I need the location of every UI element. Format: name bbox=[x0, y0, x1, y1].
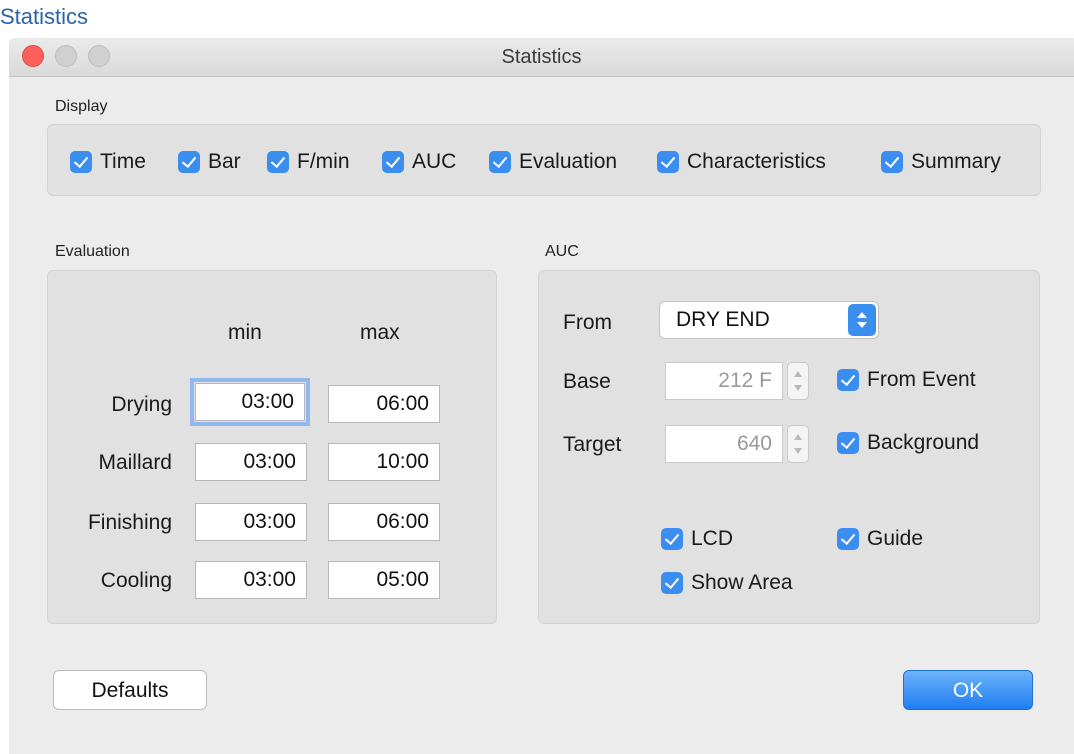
finishing-min-field[interactable]: 03:00 bbox=[195, 503, 307, 541]
auc-target-field[interactable]: 640 bbox=[665, 425, 783, 463]
auc-show-area-checkbox[interactable]: Show Area bbox=[661, 571, 793, 595]
checkmark-icon bbox=[489, 151, 511, 173]
checkmark-icon bbox=[661, 572, 683, 594]
auc-base-field[interactable]: 212 F bbox=[665, 362, 783, 400]
auc-base-stepper[interactable] bbox=[787, 362, 809, 400]
evaluation-min-header: min bbox=[228, 321, 262, 344]
display-characteristics-checkbox[interactable]: Characteristics bbox=[657, 150, 826, 174]
evaluation-max-header: max bbox=[360, 321, 400, 344]
display-time-checkbox[interactable]: Time bbox=[70, 150, 146, 174]
auc-background-checkbox[interactable]: Background bbox=[837, 431, 979, 455]
finishing-label: Finishing bbox=[87, 511, 172, 534]
auc-from-select[interactable]: DRY END bbox=[659, 301, 879, 339]
maillard-min-field[interactable]: 03:00 bbox=[195, 443, 307, 481]
title-bar[interactable]: Statistics bbox=[9, 38, 1074, 77]
checkmark-icon bbox=[661, 528, 683, 550]
drying-min-field[interactable]: 03:00 bbox=[190, 378, 310, 426]
checkmark-icon bbox=[382, 151, 404, 173]
checkmark-icon bbox=[837, 369, 859, 391]
auc-group: From DRY END Base 212 F From Event Targe… bbox=[538, 270, 1040, 624]
ok-button[interactable]: OK bbox=[903, 670, 1033, 710]
display-evaluation-checkbox[interactable]: Evaluation bbox=[489, 150, 617, 174]
checkmark-icon bbox=[837, 432, 859, 454]
page-caption: Statistics bbox=[0, 4, 89, 29]
maillard-label: Maillard bbox=[98, 451, 172, 474]
chevron-updown-icon bbox=[848, 304, 876, 336]
cooling-label: Cooling bbox=[100, 569, 172, 592]
evaluation-group-label: Evaluation bbox=[55, 243, 130, 260]
checkmark-icon bbox=[837, 528, 859, 550]
display-fmin-checkbox[interactable]: F/min bbox=[267, 150, 350, 174]
display-group-label: Display bbox=[55, 98, 108, 115]
checkmark-icon bbox=[178, 151, 200, 173]
auc-lcd-checkbox[interactable]: LCD bbox=[661, 527, 733, 551]
display-group: Time Bar F/min AUC Evaluation Characteri… bbox=[47, 124, 1041, 196]
auc-from-label: From bbox=[563, 311, 612, 334]
auc-target-label: Target bbox=[563, 433, 622, 456]
defaults-button[interactable]: Defaults bbox=[53, 670, 207, 710]
cooling-max-field[interactable]: 05:00 bbox=[328, 561, 440, 599]
window-title: Statistics bbox=[501, 46, 582, 68]
statistics-window: Statistics Display Time Bar F/min AUC Ev… bbox=[9, 38, 1074, 754]
auc-base-label: Base bbox=[563, 370, 611, 393]
checkmark-icon bbox=[657, 151, 679, 173]
auc-group-label: AUC bbox=[545, 243, 579, 260]
evaluation-group: min max Drying 03:00 06:00 Maillard 03:0… bbox=[47, 270, 497, 624]
auc-target-stepper[interactable] bbox=[787, 425, 809, 463]
display-bar-checkbox[interactable]: Bar bbox=[178, 150, 241, 174]
maillard-max-field[interactable]: 10:00 bbox=[328, 443, 440, 481]
drying-max-field[interactable]: 06:00 bbox=[328, 385, 440, 423]
auc-from-event-checkbox[interactable]: From Event bbox=[837, 368, 976, 392]
checkmark-icon bbox=[267, 151, 289, 173]
display-summary-checkbox[interactable]: Summary bbox=[881, 150, 1001, 174]
checkmark-icon bbox=[881, 151, 903, 173]
display-auc-checkbox[interactable]: AUC bbox=[382, 150, 456, 174]
checkmark-icon bbox=[70, 151, 92, 173]
auc-guide-checkbox[interactable]: Guide bbox=[837, 527, 923, 551]
finishing-max-field[interactable]: 06:00 bbox=[328, 503, 440, 541]
cooling-min-field[interactable]: 03:00 bbox=[195, 561, 307, 599]
drying-label: Drying bbox=[111, 393, 172, 416]
